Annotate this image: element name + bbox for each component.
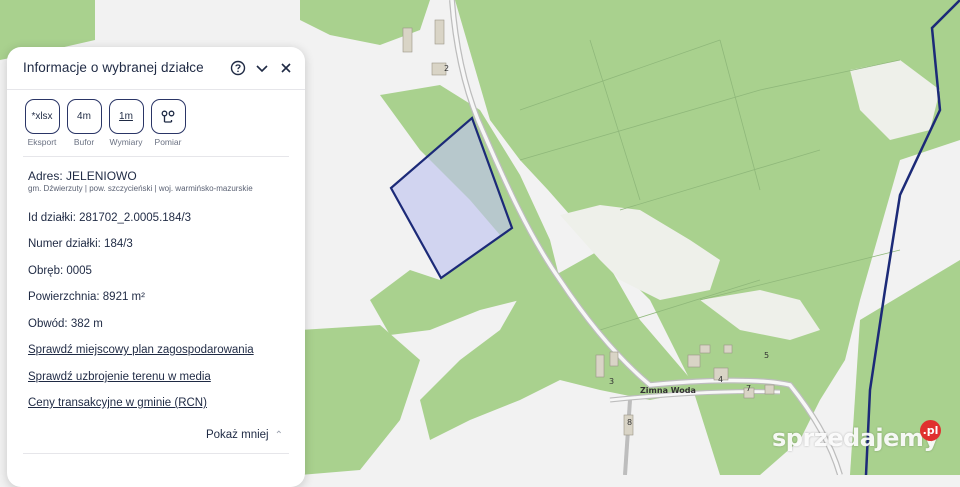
parcel-area: Powierzchnia: 8921 m² (28, 291, 145, 303)
buffer-label: Bufor (73, 137, 95, 147)
parcel-perimeter: Obwód: 382 m (28, 318, 103, 330)
transaction-prices-link[interactable]: Ceny transakcyjne w gminie (RCN) (28, 397, 207, 409)
svg-text:8: 8 (627, 418, 632, 427)
chevron-up-icon: ⌃ (274, 430, 283, 441)
svg-text:4: 4 (718, 375, 723, 384)
divider (23, 156, 289, 157)
parcel-address-sub: gm. Dźwierzuty | pow. szczycieński | woj… (28, 184, 253, 193)
zoning-plan-link[interactable]: Sprawdź miejscowy plan zagospodarowania (28, 344, 254, 356)
dimensions-tool[interactable]: 1m Wymiary (107, 99, 145, 147)
measure-tool[interactable]: Pomiar (149, 99, 187, 147)
parcel-precinct: Obręb: 0005 (28, 265, 92, 277)
measure-label: Pomiar (154, 137, 182, 147)
buffer-button[interactable]: 4m (66, 99, 102, 134)
export-tool[interactable]: *xlsx Eksport (23, 99, 61, 147)
dimensions-label: Wymiary (109, 137, 143, 147)
svg-text:5: 5 (764, 351, 769, 360)
parcel-number: Numer działki: 184/3 (28, 238, 133, 250)
buffer-tool[interactable]: 4m Bufor (65, 99, 103, 147)
village-label: Zimna Woda (640, 386, 696, 395)
svg-text:7: 7 (746, 384, 751, 393)
help-icon[interactable] (229, 59, 247, 77)
show-less-label: Pokaż mniej (205, 429, 269, 441)
chevron-down-icon[interactable] (253, 59, 271, 77)
measure-button[interactable] (150, 99, 186, 134)
watermark-text: sprzedajemy (772, 424, 939, 452)
parcel-info-panel: Informacje o wybranej działce *xlsx Eksp… (7, 47, 305, 487)
watermark-badge: .pl (920, 420, 941, 441)
panel-header: Informacje o wybranej działce (7, 47, 305, 90)
panel-title: Informacje o wybranej działce (23, 60, 204, 75)
divider-bottom (23, 453, 289, 454)
svg-text:3: 3 (609, 377, 614, 386)
export-button[interactable]: *xlsx (24, 99, 60, 134)
parcel-id: Id działki: 281702_2.0005.184/3 (28, 212, 192, 224)
show-less-button[interactable]: Pokaż mniej ⌃ (206, 429, 283, 441)
dimensions-button[interactable]: 1m (108, 99, 144, 134)
svg-text:2: 2 (444, 64, 449, 73)
measure-icon (161, 110, 175, 123)
export-label: Eksport (27, 137, 57, 147)
utilities-link[interactable]: Sprawdź uzbrojenie terenu w media (28, 371, 211, 383)
parcel-address: Adres: JELENIOWO (28, 169, 137, 183)
close-icon[interactable] (277, 59, 295, 77)
